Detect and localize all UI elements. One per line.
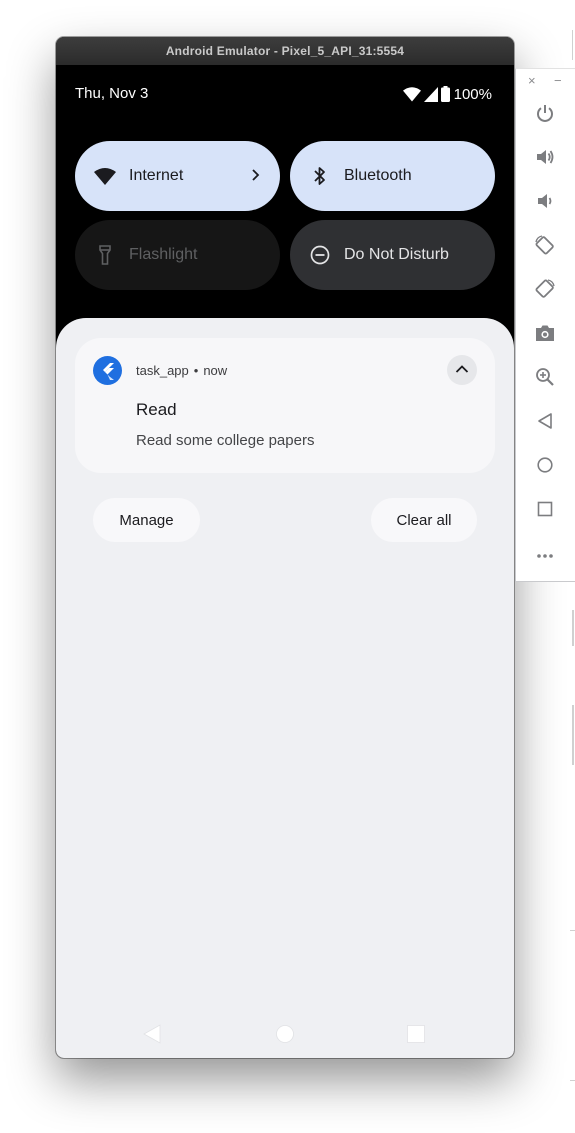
nav-recents-button[interactable]	[407, 1025, 425, 1048]
bluetooth-icon	[308, 164, 332, 188]
power-button[interactable]	[533, 103, 557, 127]
back-icon	[142, 1024, 162, 1049]
notification-shade: task_app • now Read Read some college pape…	[56, 318, 514, 1058]
manage-button[interactable]: Manage	[93, 498, 200, 542]
minimize-toolbar-button[interactable]: −	[554, 73, 575, 91]
volume-down-icon	[535, 191, 555, 216]
background-window-edge	[572, 610, 574, 646]
toolbar-back-button[interactable]	[533, 411, 557, 435]
nav-back-button[interactable]	[142, 1023, 162, 1050]
chevron-up-icon	[455, 361, 469, 379]
toolbar-home-button[interactable]	[533, 455, 557, 479]
tile-do-not-disturb[interactable]: Do Not Disturb	[290, 220, 495, 290]
tile-flashlight-label: Flashlight	[129, 246, 198, 263]
emulator-toolbar: × −	[515, 68, 575, 582]
back-icon	[536, 412, 554, 435]
screenshot-button[interactable]	[533, 323, 557, 347]
power-icon	[535, 103, 555, 128]
device-screen: Thu, Nov 3 100% Internet Bluetooth Flash…	[56, 65, 514, 1058]
battery-icon	[440, 86, 450, 102]
rotate-left-button[interactable]	[533, 234, 557, 261]
home-icon	[536, 456, 554, 479]
chevron-right-icon	[250, 164, 262, 191]
overview-icon	[536, 500, 554, 523]
emulator-window: Android Emulator - Pixel_5_API_31:5554 T…	[56, 37, 514, 1058]
background-window-edge	[572, 30, 573, 60]
do-not-disturb-icon	[308, 243, 332, 267]
rotate-right-icon	[534, 278, 556, 305]
battery-percent: 100%	[453, 85, 492, 103]
home-icon	[275, 1025, 295, 1048]
camera-icon	[535, 324, 555, 347]
tile-bluetooth[interactable]: Bluetooth	[290, 141, 495, 211]
more-icon	[536, 546, 554, 564]
wifi-icon	[93, 164, 117, 188]
notification-time: now	[203, 363, 228, 378]
background-window-edge	[572, 705, 574, 765]
background-window-edge	[570, 930, 575, 931]
toolbar-overview-button[interactable]	[533, 499, 557, 523]
wifi-icon	[402, 86, 421, 102]
recents-icon	[407, 1025, 425, 1047]
clear-all-button-label: Clear all	[396, 511, 452, 529]
status-date: Thu, Nov 3	[75, 85, 149, 102]
clear-all-button[interactable]: Clear all	[371, 498, 477, 542]
zoom-icon	[535, 367, 555, 392]
volume-up-icon	[535, 147, 555, 172]
rotate-left-icon	[534, 234, 556, 261]
notification-text: Read some college papers	[136, 432, 315, 449]
notification-title: Read	[136, 400, 177, 419]
collapse-notification-button[interactable]	[447, 355, 477, 385]
tile-do-not-disturb-label: Do Not Disturb	[344, 246, 449, 263]
background-window-edge	[570, 1080, 575, 1081]
window-title-bar[interactable]: Android Emulator - Pixel_5_API_31:5554	[56, 37, 514, 65]
volume-up-button[interactable]	[533, 147, 557, 171]
notification-card[interactable]: task_app • now Read Read some college pape…	[75, 338, 495, 473]
status-icons: 100%	[402, 84, 492, 104]
flashlight-icon	[93, 243, 117, 267]
tile-bluetooth-label: Bluetooth	[344, 167, 412, 184]
manage-button-label: Manage	[119, 511, 174, 529]
zoom-button[interactable]	[533, 367, 557, 391]
volume-down-button[interactable]	[533, 191, 557, 215]
notification-header: task_app • now	[136, 363, 227, 378]
tile-internet-label: Internet	[129, 167, 184, 184]
tile-internet[interactable]: Internet	[75, 141, 280, 211]
notification-separator: •	[193, 363, 199, 378]
tile-flashlight[interactable]: Flashlight	[75, 220, 280, 290]
more-options-button[interactable]	[533, 543, 557, 567]
flutter-app-icon	[93, 356, 122, 385]
rotate-right-button[interactable]	[533, 278, 557, 305]
window-title: Android Emulator - Pixel_5_API_31:5554	[165, 44, 405, 58]
notification-app-name: task_app	[136, 363, 189, 378]
signal-icon	[423, 86, 438, 102]
nav-home-button[interactable]	[275, 1024, 295, 1049]
